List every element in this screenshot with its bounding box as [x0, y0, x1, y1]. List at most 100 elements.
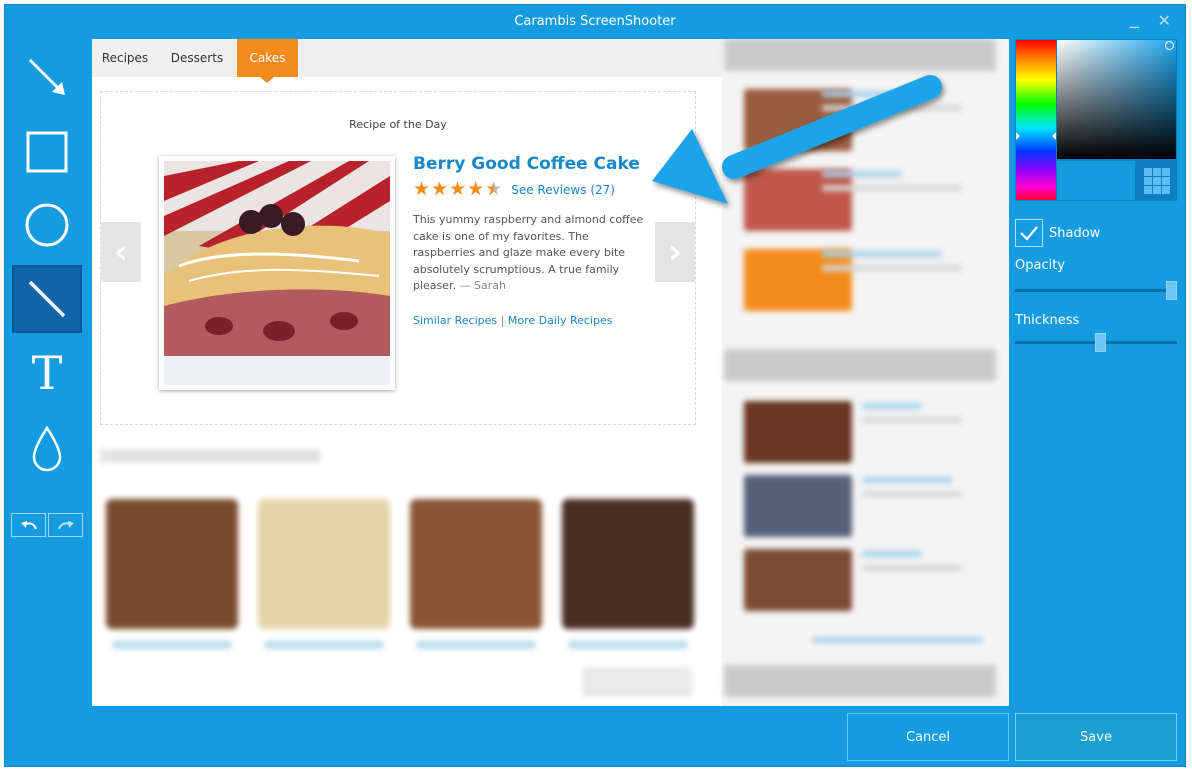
shadow-option[interactable]: Shadow — [1015, 219, 1100, 247]
line-tool[interactable] — [12, 265, 82, 333]
sidebar-thumb[interactable] — [744, 549, 852, 611]
opacity-label: Opacity — [1015, 258, 1066, 273]
thickness-slider-thumb[interactable] — [1095, 333, 1106, 352]
sidebar-section-header — [724, 39, 996, 71]
active-tab-pointer — [260, 77, 274, 83]
undo-button[interactable] — [11, 513, 46, 537]
picker-cursor-icon — [1165, 41, 1174, 50]
star-icon: ★ — [449, 178, 467, 200]
text-tool[interactable]: T — [13, 341, 81, 405]
collection-caption — [264, 641, 384, 649]
cake-image — [164, 161, 390, 385]
ellipse-icon — [25, 203, 69, 247]
collection-thumb[interactable] — [258, 499, 390, 629]
see-reviews-link[interactable]: See Reviews (27) — [511, 183, 615, 197]
prev-arrow-button[interactable]: ‹ — [101, 222, 141, 282]
link-separator: | — [500, 314, 505, 327]
sidebar-thumb[interactable] — [744, 169, 852, 231]
saturation-value-picker[interactable] — [1056, 39, 1177, 160]
thickness-label: Thickness — [1015, 313, 1080, 328]
sidebar-link[interactable] — [812, 637, 982, 643]
recipe-of-the-day: Recipe of the Day ‹ › Berry Good Coffee … — [100, 91, 696, 425]
next-arrow-button[interactable]: › — [655, 222, 695, 282]
undo-redo-group — [11, 513, 83, 537]
cancel-button[interactable]: Cancel — [847, 713, 1009, 761]
collection-thumb[interactable] — [106, 499, 238, 629]
sidebar-text — [822, 265, 962, 271]
sidebar-thumb[interactable] — [744, 401, 852, 463]
collection-caption — [112, 641, 232, 649]
save-button[interactable]: Save — [1015, 713, 1177, 761]
redo-button[interactable] — [48, 513, 83, 537]
star-icon: ★ — [431, 178, 449, 200]
title-bar[interactable]: Carambis ScreenShooter _ ✕ — [5, 5, 1185, 39]
ellipse-tool[interactable] — [13, 193, 81, 257]
collection-thumb[interactable] — [410, 499, 542, 629]
hue-slider[interactable] — [1015, 39, 1057, 201]
recipe-author: — Sarah — [459, 279, 507, 292]
text-icon: T — [31, 346, 63, 400]
see-all-collections-button[interactable] — [582, 667, 692, 697]
close-button[interactable]: ✕ — [1158, 11, 1171, 30]
window-title: Carambis ScreenShooter — [514, 14, 676, 29]
color-palette-button[interactable] — [1136, 160, 1177, 201]
sidebar-link[interactable] — [822, 251, 942, 257]
grid-icon — [1143, 167, 1170, 194]
recipe-links: Similar Recipes | More Daily Recipes — [413, 314, 612, 327]
minimize-button[interactable]: _ — [1130, 8, 1139, 29]
recipe-description: This yummy raspberry and almond coffee c… — [413, 212, 647, 295]
blur-tool[interactable] — [13, 417, 81, 481]
page-sidebar-blurred — [722, 39, 1009, 706]
screenshot-canvas[interactable]: Recipes Desserts Cakes Recipe of the Day… — [92, 39, 1009, 706]
sidebar-text — [822, 105, 962, 111]
sidebar-link[interactable] — [822, 171, 902, 177]
opacity-slider-thumb[interactable] — [1166, 281, 1177, 300]
star-icon: ★ — [413, 178, 431, 200]
collection-caption — [416, 641, 536, 649]
similar-recipes-link[interactable]: Similar Recipes — [413, 314, 497, 327]
line-icon — [28, 280, 66, 318]
redo-icon — [57, 521, 74, 530]
site-tabs: Recipes Desserts Cakes — [92, 39, 722, 77]
screenshooter-window: Carambis ScreenShooter _ ✕ T Recipes Des… — [4, 4, 1186, 767]
sidebar-text — [862, 491, 962, 497]
recipe-photo[interactable] — [159, 156, 395, 390]
sidebar-link[interactable] — [862, 477, 952, 483]
tab-desserts[interactable]: Desserts — [158, 39, 236, 77]
rectangle-icon — [26, 131, 68, 173]
shadow-label: Shadow — [1049, 225, 1101, 241]
checkmark-icon — [1020, 226, 1038, 241]
more-daily-recipes-link[interactable]: More Daily Recipes — [508, 314, 613, 327]
sidebar-text — [862, 565, 962, 571]
shadow-checkbox[interactable] — [1015, 219, 1043, 247]
drop-icon — [32, 425, 62, 472]
recipe-title[interactable]: Berry Good Coffee Cake — [413, 154, 640, 174]
arrow-icon — [28, 58, 65, 95]
arrow-tool[interactable] — [13, 45, 81, 109]
collection-caption — [568, 641, 688, 649]
sidebar-text — [822, 185, 962, 191]
opacity-slider[interactable] — [1015, 281, 1177, 300]
sidebar-link[interactable] — [862, 403, 922, 409]
thickness-slider[interactable] — [1015, 333, 1177, 352]
collections-heading-blurred — [100, 449, 320, 463]
description-text: This yummy raspberry and almond coffee c… — [413, 213, 644, 292]
rotd-heading: Recipe of the Day — [349, 118, 447, 131]
star-icon: ★ — [467, 178, 485, 200]
sidebar-thumb[interactable] — [744, 89, 852, 151]
rectangle-tool[interactable] — [13, 120, 81, 184]
tab-cakes[interactable]: Cakes — [237, 39, 298, 77]
sidebar-text — [862, 417, 962, 423]
sidebar-thumb[interactable] — [744, 249, 852, 311]
sidebar-thumb[interactable] — [744, 475, 852, 537]
tab-recipes[interactable]: Recipes — [92, 39, 158, 77]
hue-marker-icon — [1016, 132, 1020, 140]
sidebar-link[interactable] — [862, 551, 922, 557]
undo-icon — [20, 521, 37, 530]
current-color-swatch — [1056, 160, 1136, 201]
collection-thumb[interactable] — [562, 499, 694, 629]
sidebar-link[interactable] — [822, 91, 892, 97]
sidebar-section-header — [724, 665, 996, 697]
half-star-icon: ★ — [485, 178, 503, 200]
sidebar-section-header — [724, 349, 996, 381]
